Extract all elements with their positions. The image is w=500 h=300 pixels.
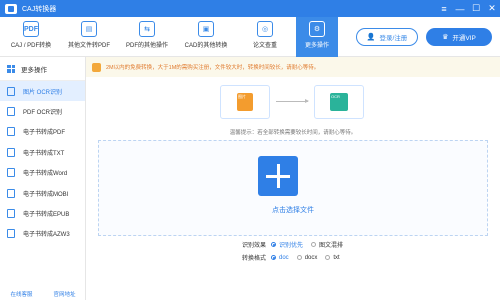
radio-dot <box>296 255 302 260</box>
notice-icon <box>92 62 101 72</box>
sidebar-item-image-ocr[interactable]: 图片 OCR识别 <box>0 81 85 102</box>
ebook-icon <box>7 209 15 219</box>
sidebar-item-label: 电子书转成AZW3 <box>23 232 70 239</box>
image-file-icon: 图片 <box>237 93 253 111</box>
radio-format-docx[interactable]: docx <box>296 254 318 261</box>
sidebar-item-label: 图片 OCR识别 <box>23 89 63 96</box>
add-file-icon[interactable] <box>258 156 298 196</box>
app-title: CAJ转换器 <box>22 5 57 13</box>
radio-label: 图文混排 <box>319 243 344 249</box>
radio-format-txt[interactable]: txt <box>325 254 340 261</box>
maximize-button[interactable]: ☐ <box>468 0 484 17</box>
tool-label: CAJ / PDF转换 <box>10 43 52 49</box>
radio-format-doc[interactable]: doc <box>271 255 289 261</box>
ebook-icon <box>7 127 15 137</box>
cad-icon: ▣ <box>198 21 214 37</box>
radio-dot <box>271 242 276 247</box>
radio-label: doc <box>279 254 289 261</box>
website-link[interactable]: 官网地址 <box>53 290 75 298</box>
title-bar: CAJ转换器 ≡ — ☐ ✕ <box>0 0 500 17</box>
sidebar-item-label: 电子书转成MOBI <box>23 191 69 198</box>
ebook-icon <box>7 229 15 239</box>
sidebar-item-label: PDF OCR识别 <box>23 110 63 117</box>
sidebar-item-label: 电子书转成EPUB <box>23 212 70 219</box>
radio-dot <box>311 242 317 247</box>
sidebar-header-label: 更多操作 <box>21 66 47 74</box>
gear-icon: ⚙ <box>309 21 325 37</box>
sidebar-item-ebook-mobi[interactable]: 电子书转成MOBI <box>0 183 85 203</box>
image-icon <box>7 86 15 96</box>
source-format-label: 图片 <box>238 94 246 99</box>
main-panel: 2M以内的免费转换，大于1M的需购买注册，文件较大时，转换时间较长，请耐心等待。… <box>86 57 500 300</box>
tip-text: 温馨提示：若全部转换需要较长时间，请耐心等待。 <box>229 130 357 136</box>
menu-button[interactable]: ≡ <box>436 0 452 17</box>
tool-more[interactable]: ⚙ 更多操作 <box>296 17 338 57</box>
sidebar-item-pdf-ocr[interactable]: PDF OCR识别 <box>0 101 85 121</box>
sidebar-header: 更多操作 <box>0 57 85 81</box>
sidebar-item-label: 电子书转成Word <box>23 171 68 178</box>
user-icon: 👤 <box>366 34 376 41</box>
recognition-option-row: 识别效果 识别优先 图文混排 <box>236 240 351 249</box>
ebook-icon <box>7 147 15 157</box>
format-label: 转换格式 <box>241 256 266 262</box>
tool-paper-check[interactable]: ◎ 论文查重 <box>238 17 292 57</box>
grid-icon <box>7 64 15 73</box>
radio-label: txt <box>333 254 340 261</box>
ebook-icon <box>7 168 15 178</box>
window-controls: ≡ — ☐ ✕ <box>436 0 500 17</box>
target-format-card: OCR <box>314 85 364 119</box>
minimize-button[interactable]: — <box>452 0 468 17</box>
radio-mixed-layout[interactable]: 图文混排 <box>311 240 343 249</box>
sidebar: 更多操作 图片 OCR识别 PDF OCR识别 电子书转成PDF 电子书转成TX… <box>0 57 86 300</box>
sidebar-item-ebook-azw3[interactable]: 电子书转成AZW3 <box>0 224 85 244</box>
radio-recognition-priority[interactable]: 识别优先 <box>271 240 303 249</box>
close-button[interactable]: ✕ <box>484 0 500 17</box>
tool-pdf-other[interactable]: ⇆ PDF的其他操作 <box>120 17 174 57</box>
tool-label: CAD的其他转换 <box>184 43 228 49</box>
radio-dot <box>271 255 276 260</box>
vip-label: 开通VIP <box>452 35 476 42</box>
swap-icon: ⇆ <box>139 21 155 37</box>
sidebar-item-ebook-word[interactable]: 电子书转成Word <box>0 163 85 183</box>
ebook-icon <box>7 188 15 198</box>
notice-text: 2M以内的免费转换，大于1M的需购买注册，文件较大时，转换时间较长，请耐心等待。 <box>106 65 320 71</box>
pdf-icon: PDF <box>23 21 39 37</box>
tool-label: PDF的其他操作 <box>125 43 168 49</box>
radio-label: docx <box>304 254 318 261</box>
target-format-label: OCR <box>331 94 340 99</box>
notice-bar: 2M以内的免费转换，大于1M的需购买注册，文件较大时，转换时间较长，请耐心等待。 <box>86 57 500 77</box>
arrow-right-icon <box>276 99 309 103</box>
recognition-label: 识别效果 <box>241 243 266 249</box>
sidebar-item-ebook-pdf[interactable]: 电子书转成PDF <box>0 122 85 142</box>
login-label: 登录/注册 <box>379 35 408 42</box>
sidebar-item-label: 电子书转成TXT <box>23 150 65 157</box>
sidebar-footer: 在线客服 官网地址 <box>0 288 86 300</box>
sidebar-item-ebook-txt[interactable]: 电子书转成TXT <box>0 142 85 162</box>
radio-dot <box>325 255 331 260</box>
ocr-file-icon: OCR <box>330 93 348 111</box>
check-icon: ◎ <box>257 21 273 37</box>
pdf-icon <box>7 107 15 117</box>
app-logo-icon <box>5 3 17 14</box>
tool-label: 论文查重 <box>252 43 277 49</box>
main-toolbar: PDF CAJ / PDF转换 ▤ 其他文件转PDF ⇆ PDF的其他操作 ▣ … <box>0 17 500 57</box>
tool-label: 更多操作 <box>304 43 329 49</box>
tool-cad-convert[interactable]: ▣ CAD的其他转换 <box>178 17 234 57</box>
radio-label: 识别优先 <box>279 243 304 249</box>
sidebar-item-label: 电子书转成PDF <box>23 130 66 137</box>
select-file-link[interactable]: 点击选择文件 <box>86 205 500 215</box>
online-service-link[interactable]: 在线客服 <box>10 290 32 298</box>
tool-other-to-pdf[interactable]: ▤ 其他文件转PDF <box>62 17 116 57</box>
tool-caj-pdf[interactable]: PDF CAJ / PDF转换 <box>4 17 58 57</box>
vip-icon: ♛ <box>442 34 449 41</box>
sidebar-item-ebook-epub[interactable]: 电子书转成EPUB <box>0 203 85 223</box>
login-button[interactable]: 👤 登录/注册 <box>356 28 418 46</box>
document-icon: ▤ <box>81 21 97 37</box>
source-format-card: 图片 <box>220 85 270 119</box>
format-option-row: 转换格式 doc docx txt <box>236 253 348 263</box>
tool-label: 其他文件转PDF <box>67 43 110 49</box>
vip-button[interactable]: ♛ 开通VIP <box>426 28 492 46</box>
